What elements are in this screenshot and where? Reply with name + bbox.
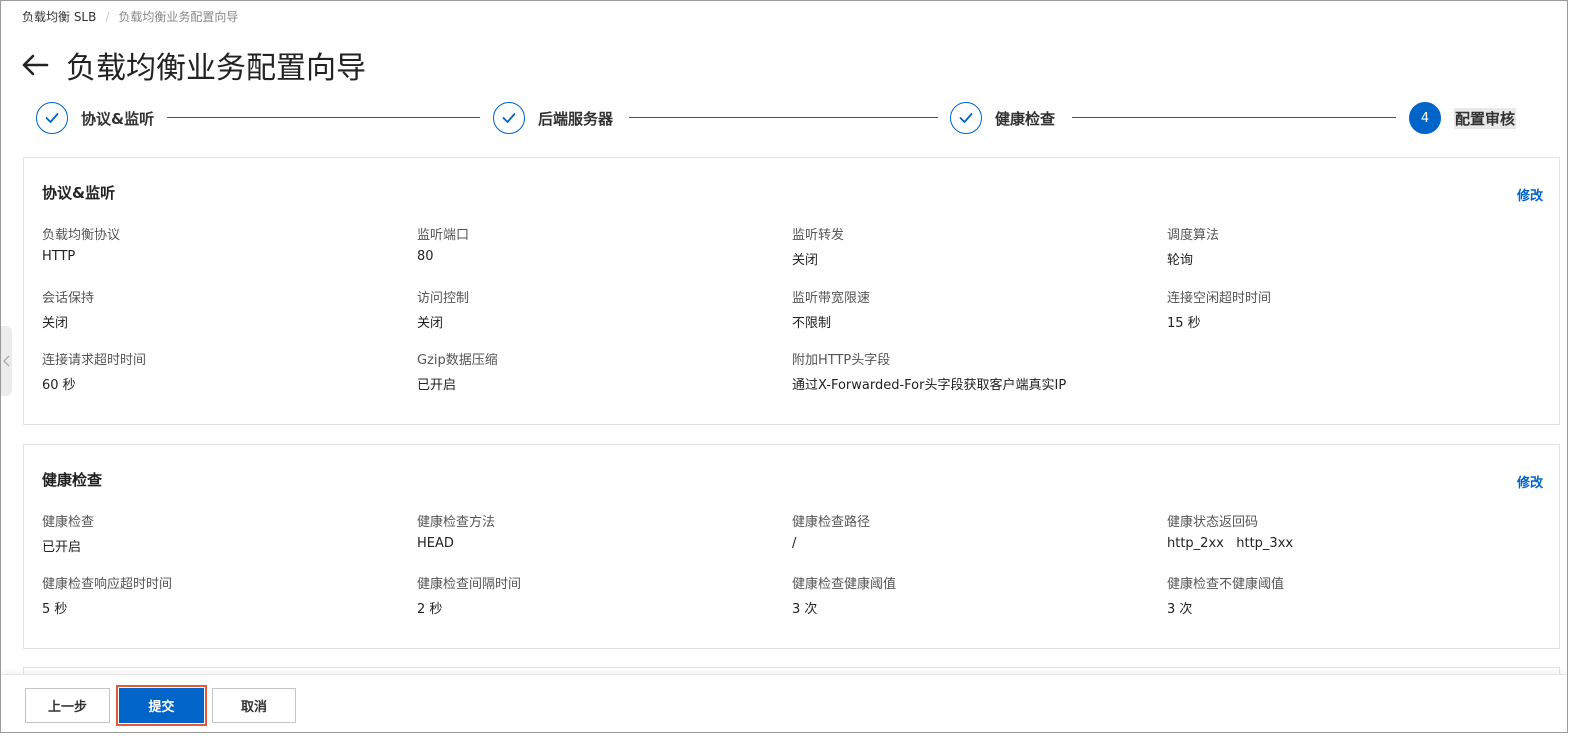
field-response-timeout: 健康检查响应超时时间 5 秒 — [42, 573, 172, 617]
check-icon — [950, 102, 982, 134]
edit-listener-link[interactable]: 修改 — [1517, 185, 1543, 204]
step-label: 协议&监听 — [81, 109, 155, 128]
field-session-persistence: 会话保持 关闭 — [42, 287, 94, 331]
field-value: 15 秒 — [1167, 316, 1201, 331]
field-gzip: Gzip数据压缩 已开启 — [417, 349, 498, 393]
field-bandwidth-limit: 监听带宽限速 不限制 — [792, 287, 870, 331]
field-label: Gzip数据压缩 — [417, 353, 498, 368]
field-access-control: 访问控制 关闭 — [417, 287, 469, 331]
breadcrumb: 负载均衡 SLB / 负载均衡业务配置向导 — [22, 8, 238, 25]
field-value: 关闭 — [42, 316, 69, 331]
field-label: 健康状态返回码 — [1167, 515, 1259, 530]
card-title: 协议&监听 — [42, 184, 116, 202]
breadcrumb-separator: / — [105, 9, 110, 24]
field-value: / — [792, 536, 797, 551]
breadcrumb-root-link[interactable]: 负载均衡 SLB — [22, 8, 96, 25]
field-label: 健康检查间隔时间 — [417, 577, 522, 592]
field-value: 5 秒 — [42, 602, 68, 617]
field-value: 80 — [417, 249, 434, 264]
step-label: 后端服务器 — [538, 109, 614, 128]
field-label: 连接请求超时时间 — [42, 353, 147, 368]
edit-health-check-link[interactable]: 修改 — [1517, 472, 1543, 491]
field-health-path: 健康检查路径 / — [792, 511, 870, 551]
field-forwarding: 监听转发 关闭 — [792, 224, 844, 268]
field-http-headers: 附加HTTP头字段 通过X-Forwarded-For头字段获取客户端真实IP — [792, 349, 1066, 393]
submit-button[interactable]: 提交 — [116, 685, 207, 726]
field-idle-timeout: 连接空闲超时时间 15 秒 — [1167, 287, 1271, 331]
arrow-left-icon[interactable] — [21, 51, 49, 79]
field-label: 负载均衡协议 — [42, 228, 121, 243]
field-value: 不限制 — [792, 316, 832, 331]
step-config-review: 4 配置审核 — [1409, 101, 1517, 135]
field-label: 健康检查健康阈值 — [792, 577, 897, 592]
step-connector — [1072, 117, 1396, 118]
field-value: 关闭 — [417, 316, 444, 331]
field-request-timeout: 连接请求超时时间 60 秒 — [42, 349, 146, 393]
field-algorithm: 调度算法 轮询 — [1167, 224, 1219, 268]
cancel-button[interactable]: 取消 — [212, 688, 296, 723]
breadcrumb-current: 负载均衡业务配置向导 — [118, 10, 239, 24]
field-value: 通过X-Forwarded-For头字段获取客户端真实IP — [792, 378, 1067, 393]
page-header: 负载均衡业务配置向导 — [21, 43, 366, 87]
page-title: 负载均衡业务配置向导 — [66, 51, 366, 86]
field-label: 健康检查 — [42, 515, 95, 530]
field-label: 健康检查响应超时时间 — [42, 577, 173, 592]
step-connector — [629, 117, 938, 118]
field-health-check: 健康检查 已开启 — [42, 511, 94, 555]
check-icon — [493, 102, 525, 134]
field-label: 监听带宽限速 — [792, 291, 871, 306]
field-value: 已开启 — [42, 540, 82, 555]
step-health-check: 健康检查 — [950, 101, 1055, 135]
health-check-summary-card: 健康检查 修改 健康检查 已开启 健康检查方法 HEAD 健康检查路径 / 健康… — [23, 444, 1560, 649]
card-title: 健康检查 — [42, 471, 103, 489]
field-label: 附加HTTP头字段 — [792, 353, 891, 368]
field-unhealthy-threshold: 健康检查不健康阈值 3 次 — [1167, 573, 1284, 617]
field-label: 会话保持 — [42, 291, 95, 306]
listener-summary-card: 协议&监听 修改 负载均衡协议 HTTP 监听端口 80 监听转发 关闭 调度算… — [23, 157, 1560, 425]
step-protocol-listener: 协议&监听 — [36, 101, 154, 135]
previous-step-button[interactable]: 上一步 — [25, 688, 110, 723]
field-label: 健康检查不健康阈值 — [1167, 577, 1285, 592]
step-connector — [167, 117, 480, 118]
field-label: 监听转发 — [792, 228, 845, 243]
chevron-left-icon — [3, 355, 10, 367]
field-label: 监听端口 — [417, 228, 470, 243]
check-icon — [36, 102, 68, 134]
field-value: HEAD — [417, 536, 454, 551]
field-protocol: 负载均衡协议 HTTP — [42, 224, 120, 264]
step-backend-servers: 后端服务器 — [493, 101, 613, 135]
field-value: 60 秒 — [42, 378, 76, 393]
field-healthy-threshold: 健康检查健康阈值 3 次 — [792, 573, 896, 617]
field-value: 已开启 — [417, 378, 457, 393]
field-port: 监听端口 80 — [417, 224, 469, 264]
field-value: 2 秒 — [417, 602, 443, 617]
field-value: 3 次 — [792, 602, 818, 617]
step-label: 配置审核 — [1454, 107, 1517, 129]
field-label: 调度算法 — [1167, 228, 1220, 243]
field-check-interval: 健康检查间隔时间 2 秒 — [417, 573, 521, 617]
field-label: 连接空闲超时时间 — [1167, 291, 1272, 306]
field-value: http_2xx http_3xx — [1167, 536, 1294, 551]
field-value: 3 次 — [1167, 602, 1193, 617]
footer-action-bar: 上一步 提交 取消 — [1, 674, 1567, 732]
field-value: HTTP — [42, 249, 76, 264]
field-label: 健康检查路径 — [792, 515, 871, 530]
wizard-steps: 协议&监听 后端服务器 健康检查 4 配置审核 — [36, 101, 1526, 135]
field-health-status-codes: 健康状态返回码 http_2xx http_3xx — [1167, 511, 1293, 551]
wizard-page: 负载均衡 SLB / 负载均衡业务配置向导 负载均衡业务配置向导 协议&监听 后… — [0, 0, 1568, 733]
field-value: 关闭 — [792, 253, 819, 268]
field-label: 健康检查方法 — [417, 515, 496, 530]
step-number: 4 — [1409, 102, 1441, 134]
field-label: 访问控制 — [417, 291, 470, 306]
step-label: 健康检查 — [995, 109, 1056, 128]
field-health-method: 健康检查方法 HEAD — [417, 511, 495, 551]
field-value: 轮询 — [1167, 253, 1194, 268]
side-panel-toggle[interactable] — [1, 326, 12, 396]
